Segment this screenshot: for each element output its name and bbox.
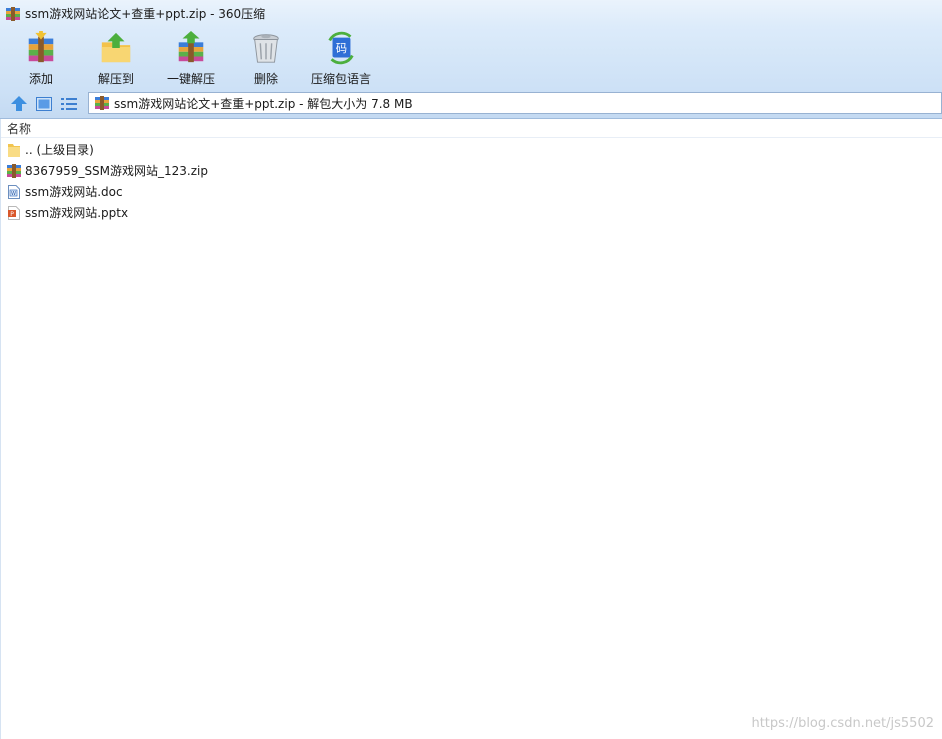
svg-text:P: P bbox=[10, 210, 14, 217]
title-bar: ssm游戏网站论文+查重+ppt.zip - 360压缩 bbox=[0, 0, 942, 27]
file-list: 名称 .. (上级目录) 8367959_SSM游戏网站_123.zip W s… bbox=[0, 119, 942, 739]
archive-encoding-label: 压缩包语言 bbox=[310, 72, 371, 86]
archive-app-icon bbox=[6, 6, 20, 21]
navigation-bar: ssm游戏网站论文+查重+ppt.zip - 解包大小为 7.8 MB bbox=[0, 89, 942, 119]
one-click-extract-button[interactable]: 一键解压 bbox=[165, 31, 217, 87]
add-button[interactable]: 添加 bbox=[20, 31, 62, 87]
svg-text:W: W bbox=[11, 191, 16, 197]
zip-icon bbox=[7, 163, 21, 178]
add-label: 添加 bbox=[28, 72, 53, 86]
extract-to-icon bbox=[101, 32, 131, 63]
toolbar: 添加 解压到 一键解压 删除 码 压缩包语言 bbox=[0, 27, 942, 89]
list-item-name: ssm游戏网站.pptx bbox=[25, 206, 129, 220]
zip-icon bbox=[95, 96, 109, 110]
list-item-doc[interactable]: W ssm游戏网站.doc bbox=[1, 181, 942, 202]
path-text: ssm游戏网站论文+查重+ppt.zip - 解包大小为 7.8 MB bbox=[114, 96, 413, 111]
list-view-icon[interactable] bbox=[60, 95, 78, 113]
list-item-parent-directory[interactable]: .. (上级目录) bbox=[1, 139, 942, 160]
list-item-name: ssm游戏网站.doc bbox=[25, 185, 123, 199]
one-click-extract-icon bbox=[178, 31, 204, 63]
window-title: ssm游戏网站论文+查重+ppt.zip - 360压缩 bbox=[25, 7, 266, 21]
watermark-text: https://blog.csdn.net/js5502 bbox=[751, 716, 934, 731]
app-window: ssm游戏网站论文+查重+ppt.zip - 360压缩 添加 解压到 一键解压… bbox=[0, 0, 942, 739]
delete-button[interactable]: 删除 bbox=[248, 31, 284, 87]
extract-to-button[interactable]: 解压到 bbox=[92, 31, 140, 87]
archive-encoding-button[interactable]: 码 压缩包语言 bbox=[309, 31, 373, 87]
add-archive-icon bbox=[28, 31, 54, 63]
trash-icon bbox=[253, 34, 279, 63]
doc-icon: W bbox=[8, 184, 20, 199]
thumbnail-view-icon[interactable] bbox=[35, 95, 53, 113]
extract-to-label: 解压到 bbox=[97, 72, 134, 86]
pptx-icon: P bbox=[8, 205, 20, 220]
up-arrow-icon[interactable] bbox=[10, 95, 28, 113]
list-item-zip[interactable]: 8367959_SSM游戏网站_123.zip bbox=[1, 160, 942, 181]
one-click-extract-label: 一键解压 bbox=[166, 72, 215, 86]
column-header-label: 名称 bbox=[7, 121, 32, 136]
list-item-pptx[interactable]: P ssm游戏网站.pptx bbox=[1, 202, 942, 223]
svg-text:码: 码 bbox=[336, 41, 347, 55]
delete-label: 删除 bbox=[253, 72, 278, 86]
list-item-name: .. (上级目录) bbox=[25, 143, 94, 157]
list-item-name: 8367959_SSM游戏网站_123.zip bbox=[25, 164, 209, 178]
encoding-icon: 码 bbox=[328, 31, 354, 65]
folder-icon bbox=[8, 143, 20, 157]
column-header-name[interactable]: 名称 bbox=[1, 119, 942, 138]
path-field[interactable]: ssm游戏网站论文+查重+ppt.zip - 解包大小为 7.8 MB bbox=[88, 92, 942, 114]
file-rows: .. (上级目录) 8367959_SSM游戏网站_123.zip W ssm游… bbox=[1, 139, 942, 223]
